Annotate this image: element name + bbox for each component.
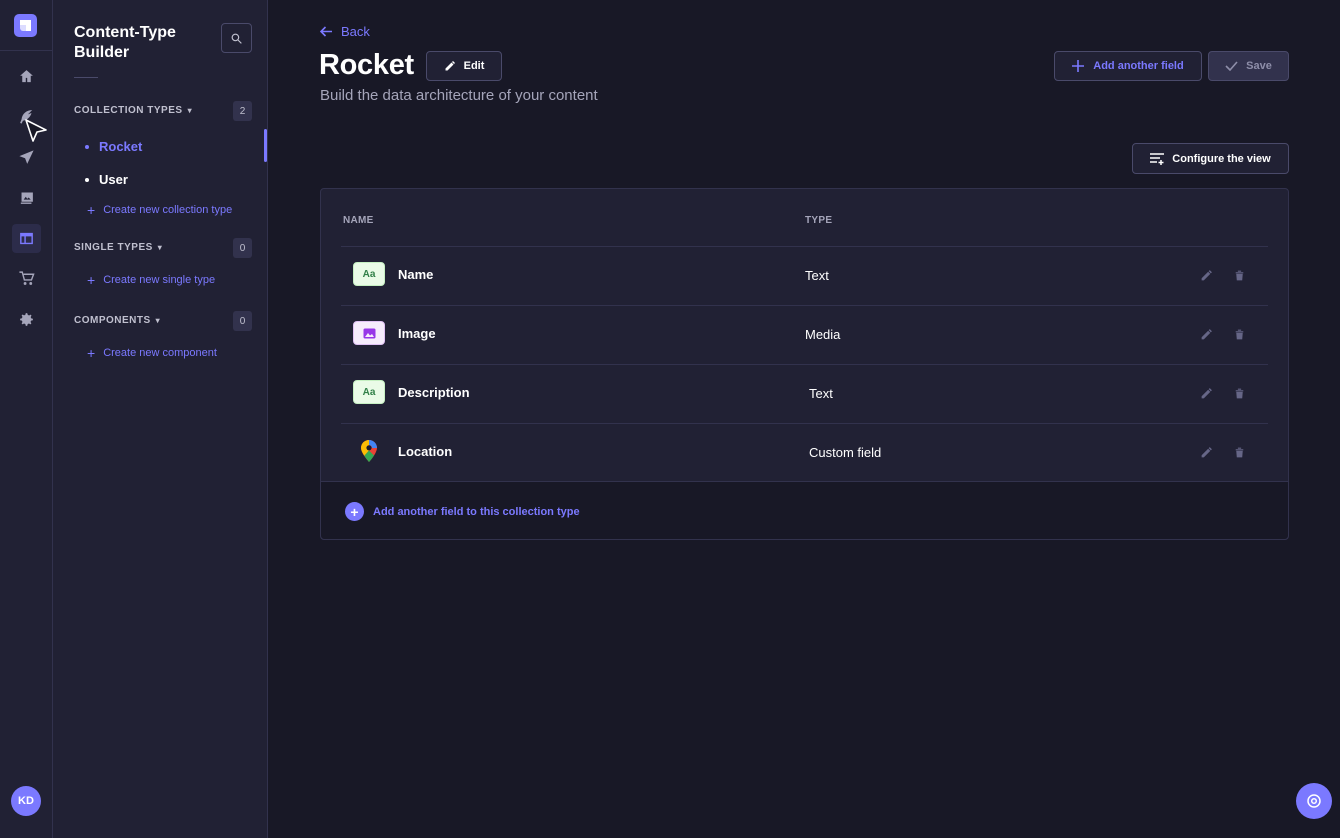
strapi-logo-icon[interactable] [14,14,37,37]
configure-view-button[interactable]: Configure the view [1132,143,1289,174]
back-label: Back [341,24,370,39]
field-name: Description [398,385,470,400]
delete-field-trash-icon[interactable] [1231,444,1247,460]
field-name: Name [398,267,434,282]
help-button[interactable] [1296,783,1332,819]
layout-icon[interactable] [12,224,41,253]
table-row: Aa Name Text [321,247,1288,305]
question-mark-icon [1307,794,1321,808]
sidebar-item-rocket[interactable]: Rocket [85,139,142,154]
list-settings-icon [1150,152,1165,165]
fields-table: NAME TYPE Aa Name Text Image Media Aa De… [320,188,1289,540]
edit-field-pencil-icon[interactable] [1198,444,1214,460]
create-collection-type-link[interactable]: + Create new collection type [87,202,233,218]
components-heading[interactable]: COMPONENTS ▾ [74,315,160,326]
components-count: 0 [233,311,252,331]
plus-icon: + [87,345,96,361]
mouse-cursor-icon [25,119,47,142]
add-field-to-collection-label: Add another field to this collection typ… [373,505,580,518]
add-another-field-label: Add another field [1093,60,1184,72]
field-type: Text [805,268,829,283]
plus-icon: + [87,202,96,218]
text-field-icon: Aa [353,380,385,404]
cart-icon[interactable] [12,264,41,293]
active-item-indicator [264,129,267,162]
google-maps-pin-icon [353,439,385,463]
pencil-icon [445,61,455,71]
create-component-label: Create new component [103,347,217,359]
sidebar-item-label: User [99,172,128,187]
field-type: Custom field [809,445,882,460]
edit-button[interactable]: Edit [426,51,502,81]
chevron-down-icon: ▾ [187,106,193,115]
save-label: Save [1246,60,1272,72]
field-type: Media [805,327,841,342]
delete-field-trash-icon[interactable] [1231,326,1247,342]
create-single-type-label: Create new single type [103,274,216,286]
table-row: Image Media [321,306,1288,364]
create-component-link[interactable]: + Create new component [87,345,217,361]
single-types-heading[interactable]: SINGLE TYPES ▾ [74,242,162,253]
edit-field-pencil-icon[interactable] [1198,267,1214,283]
delete-field-trash-icon[interactable] [1231,267,1247,283]
home-icon[interactable] [12,62,41,91]
search-button[interactable] [221,23,252,53]
arrow-left-icon [320,26,332,37]
edit-field-pencil-icon[interactable] [1198,326,1214,342]
single-types-count: 0 [233,238,252,258]
search-icon [231,33,242,44]
bullet-icon [85,144,89,149]
collection-types-count: 2 [233,101,252,121]
subnav-divider [74,77,98,78]
add-field-to-collection-button[interactable]: + Add another field to this collection t… [345,502,580,521]
collection-types-label: COLLECTION TYPES [74,105,183,116]
column-header-type: TYPE [805,215,833,226]
edit-field-pencil-icon[interactable] [1198,385,1214,401]
save-button[interactable]: Save [1208,51,1289,81]
bullet-icon [85,177,89,182]
field-name: Image [398,326,436,341]
page-subtitle: Build the data architecture of your cont… [320,87,598,104]
configure-view-label: Configure the view [1172,152,1271,165]
components-label: COMPONENTS [74,315,151,326]
back-link[interactable]: Back [320,24,370,39]
media-field-icon [353,321,385,345]
plus-circle-icon: + [345,502,364,521]
table-row: Location Custom field [321,424,1288,482]
rail-divider [0,50,52,51]
column-header-name: NAME [343,215,374,226]
plus-icon: + [87,272,96,288]
field-type: Text [809,386,833,401]
edit-label: Edit [463,60,485,72]
text-field-icon: Aa [353,262,385,286]
create-single-type-link[interactable]: + Create new single type [87,272,216,288]
collection-types-heading[interactable]: COLLECTION TYPES ▾ [74,105,192,116]
single-types-label: SINGLE TYPES [74,242,153,253]
table-row: Aa Description Text [321,365,1288,423]
content-type-builder-subnav: Content-Type Builder COLLECTION TYPES ▾ … [53,0,268,838]
chevron-down-icon: ▾ [155,316,161,325]
plus-icon [1072,60,1085,72]
sidebar-item-label: Rocket [99,139,143,154]
settings-gear-icon[interactable] [12,305,41,334]
chevron-down-icon: ▾ [157,243,163,252]
create-collection-type-label: Create new collection type [103,204,233,216]
send-icon[interactable] [12,143,41,172]
table-footer: + Add another field to this collection t… [321,481,1288,539]
add-another-field-button[interactable]: Add another field [1054,51,1202,81]
check-icon [1225,61,1238,71]
subnav-title: Content-Type Builder [74,24,176,61]
page-title: Rocket [319,49,414,81]
user-avatar[interactable]: KD [11,786,41,816]
delete-field-trash-icon[interactable] [1231,385,1247,401]
media-library-icon[interactable] [12,183,41,212]
sidebar-item-user[interactable]: User [85,172,128,187]
field-name: Location [398,444,453,459]
